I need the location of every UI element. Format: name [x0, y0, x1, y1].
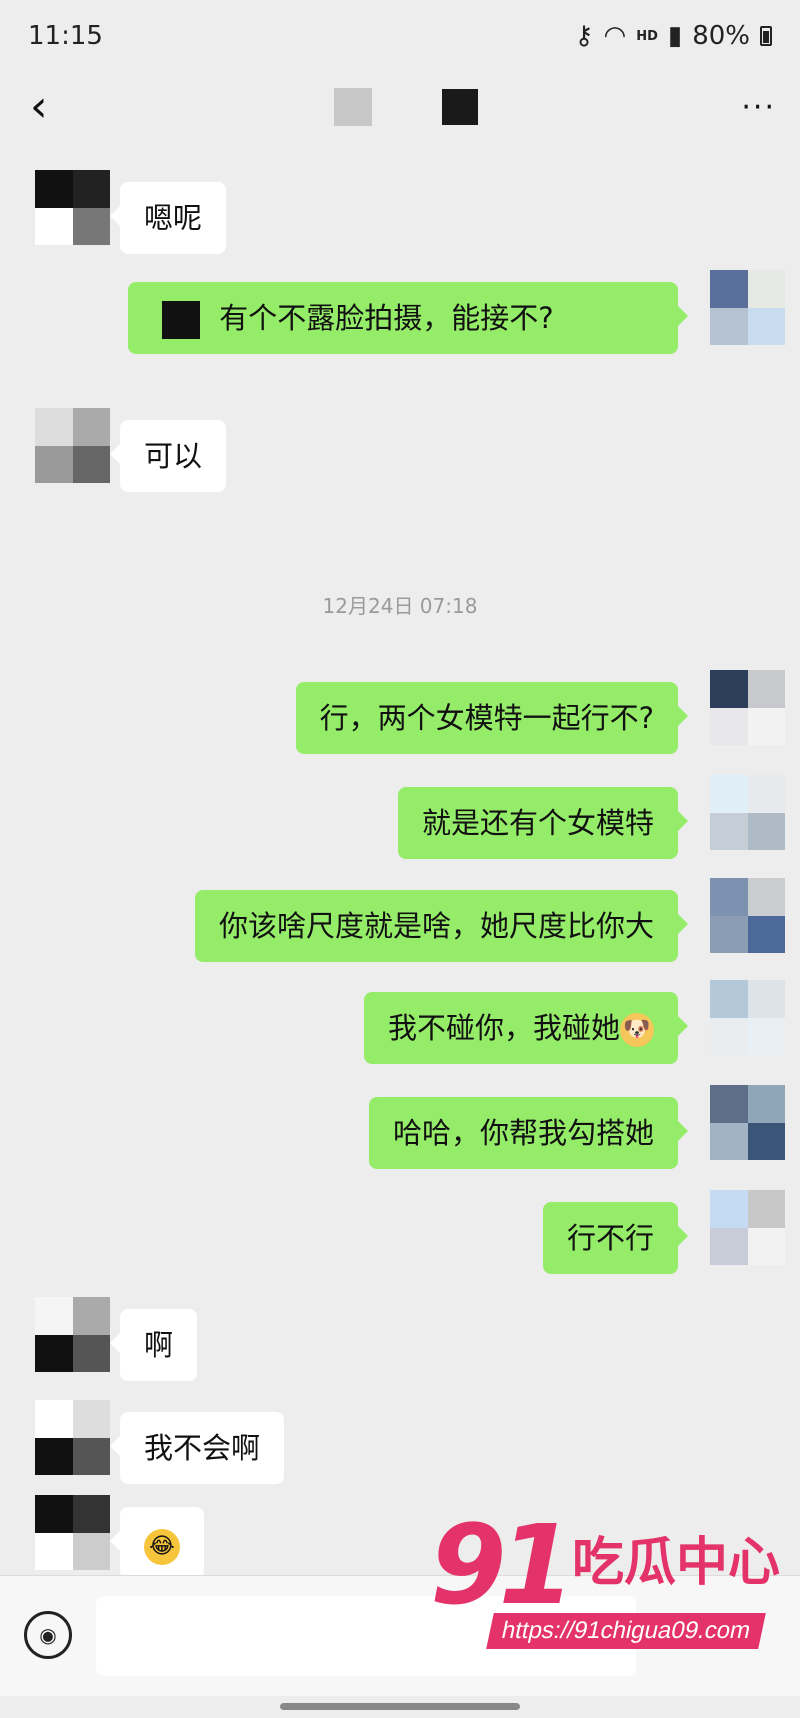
censor-block: [441, 89, 478, 125]
status-bar: 11:15 ⚷ ◠ HD ▮ 80%: [0, 0, 800, 72]
avatar[interactable]: [710, 775, 785, 850]
status-icons: ⚷ ◠ HD ▮ 80%: [574, 21, 772, 51]
more-options-icon[interactable]: ···: [741, 90, 776, 125]
avatar[interactable]: [35, 1495, 110, 1570]
wifi-icon: ◠: [603, 21, 627, 51]
key-icon: ⚷: [574, 21, 594, 51]
message-text: 我不碰你，我碰她: [387, 1011, 620, 1045]
message-bubble[interactable]: 就是还有个女模特: [397, 787, 689, 859]
censor-block: [162, 301, 200, 339]
message-bubble[interactable]: 我不碰你，我碰她 🐶: [363, 992, 689, 1064]
avatar[interactable]: [710, 670, 785, 745]
chat-title-censored: [333, 88, 478, 126]
avatar[interactable]: [35, 1297, 110, 1372]
message-bubble[interactable]: 行，两个女模特一起行不?: [295, 682, 689, 754]
message-row-incoming: 😂: [35, 1495, 204, 1579]
message-row-outgoing: 你该啥尺度就是啥，她尺度比你大: [194, 878, 785, 962]
avatar[interactable]: [710, 980, 785, 1055]
signal-icon: ▮: [667, 21, 683, 51]
watermark-url: https://91chigua09.com: [486, 1613, 766, 1649]
message-bubble[interactable]: 有个不露脸拍摄，能接不?: [128, 282, 688, 354]
censor-block: [333, 88, 372, 126]
avatar[interactable]: [710, 1190, 785, 1265]
dog-emoji-icon: 🐶: [620, 1013, 654, 1047]
message-timestamp: 12月24日 07:18: [322, 594, 478, 618]
avatar[interactable]: [35, 1400, 110, 1475]
message-row-outgoing: 我不碰你，我碰她 🐶: [363, 980, 785, 1064]
avatar[interactable]: [710, 878, 785, 953]
message-row-incoming: 我不会啊: [35, 1400, 285, 1484]
avatar[interactable]: [35, 170, 110, 245]
message-bubble[interactable]: 行不行: [542, 1202, 689, 1274]
avatar[interactable]: [710, 270, 785, 345]
watermark-logo: 91 吃瓜中心 https://91chigua09.com: [420, 1505, 792, 1680]
message-row-outgoing: 就是还有个女模特: [397, 775, 785, 859]
avatar[interactable]: [35, 408, 110, 483]
message-row-incoming: 啊: [35, 1297, 198, 1381]
message-text: 有个不露脸拍摄，能接不?: [219, 301, 554, 335]
message-bubble[interactable]: 我不会啊: [109, 1412, 285, 1484]
voice-input-icon[interactable]: ◉: [24, 1611, 72, 1659]
message-row-outgoing: 行不行: [542, 1190, 785, 1274]
battery-icon: [760, 26, 772, 46]
laugh-cry-emoji-icon: 😂: [144, 1529, 180, 1565]
clock: 11:15: [28, 21, 103, 51]
message-list[interactable]: 嗯呢 有个不露脸拍摄，能接不? 可以 行，两个女模特一起行不? 就是还有个女模特: [0, 150, 800, 1579]
message-bubble[interactable]: 啊: [109, 1309, 198, 1381]
battery-percent: 80%: [692, 21, 750, 51]
avatar[interactable]: [710, 1085, 785, 1160]
message-row-outgoing: 哈哈，你帮我勾搭她: [368, 1085, 785, 1169]
network-type: HD: [636, 28, 658, 44]
message-bubble[interactable]: 可以: [109, 420, 227, 492]
message-row-incoming: 嗯呢: [35, 170, 227, 254]
message-bubble[interactable]: 哈哈，你帮我勾搭她: [368, 1097, 689, 1169]
message-bubble[interactable]: 你该啥尺度就是啥，她尺度比你大: [194, 890, 689, 962]
back-arrow-icon[interactable]: ‹: [30, 85, 70, 129]
watermark-name: 吃瓜中心: [572, 1533, 781, 1593]
message-row-outgoing: 行，两个女模特一起行不?: [295, 670, 785, 754]
message-row-incoming: 可以: [35, 408, 227, 492]
watermark-number: 91: [430, 1501, 575, 1629]
home-indicator[interactable]: [280, 1703, 520, 1710]
message-row-outgoing: 有个不露脸拍摄，能接不?: [128, 270, 785, 354]
message-bubble[interactable]: 😂: [110, 1507, 204, 1579]
message-bubble[interactable]: 嗯呢: [109, 182, 227, 254]
chat-header: ‹ ···: [0, 72, 800, 142]
